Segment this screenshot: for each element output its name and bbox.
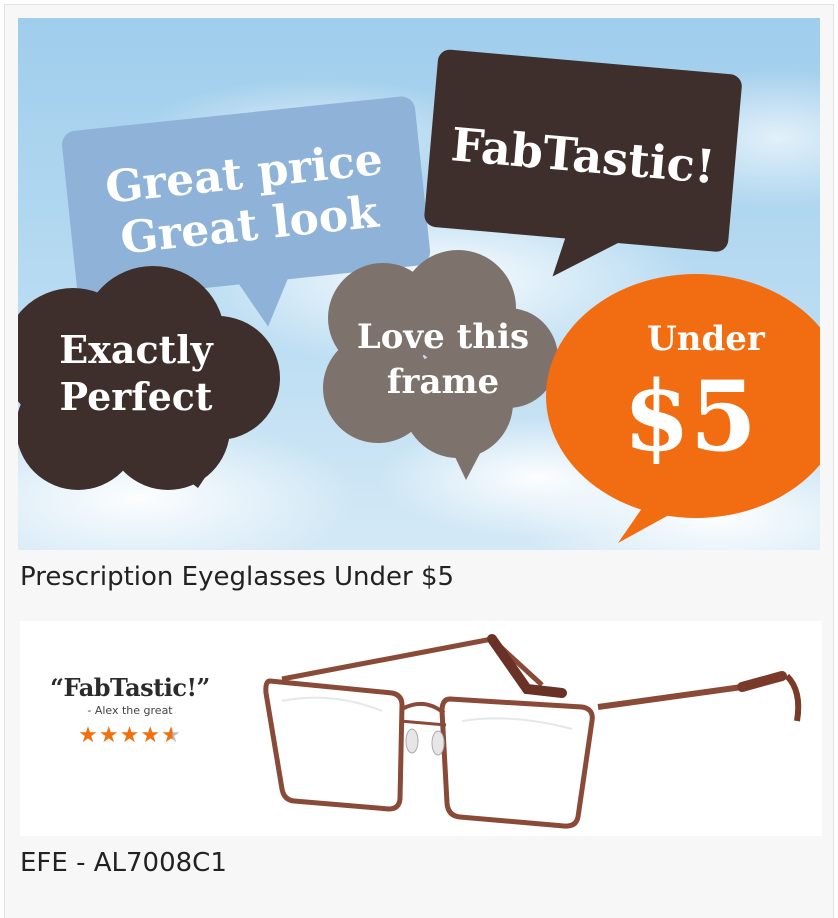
star-rating: ★★★★★: [20, 723, 240, 748]
perfect-text: Perfect: [60, 374, 213, 419]
promo-banner-link[interactable]: Great price Great look FabTastic! Exactl…: [18, 18, 820, 550]
half-star-icon: ★: [161, 723, 182, 748]
frame-text: frame: [387, 362, 499, 402]
love-this-text: Love this: [357, 317, 529, 357]
exactly-text: Exactly: [59, 327, 213, 372]
star-icon: ★: [78, 723, 99, 748]
star-icon: ★: [140, 723, 162, 748]
price-text: $5: [623, 360, 757, 473]
review-quote: “FabTastic!”: [50, 673, 210, 702]
promo-caption[interactable]: Prescription Eyeglasses Under $5: [20, 560, 454, 594]
reviewer-name: - Alex the great: [87, 704, 173, 717]
review-block: “FabTastic!” - Alex the great ★★★★★: [20, 673, 240, 748]
star-icon: ★: [98, 723, 120, 748]
star-icon: ★: [119, 723, 141, 748]
under-text: Under: [647, 319, 766, 359]
product-caption[interactable]: EFE - AL7008C1: [20, 846, 227, 880]
eyeglasses-image: [263, 634, 802, 829]
promo-banner-image: Great price Great look FabTastic! Exactl…: [18, 18, 820, 550]
product-card[interactable]: “FabTastic!” - Alex the great ★★★★★: [20, 621, 822, 836]
